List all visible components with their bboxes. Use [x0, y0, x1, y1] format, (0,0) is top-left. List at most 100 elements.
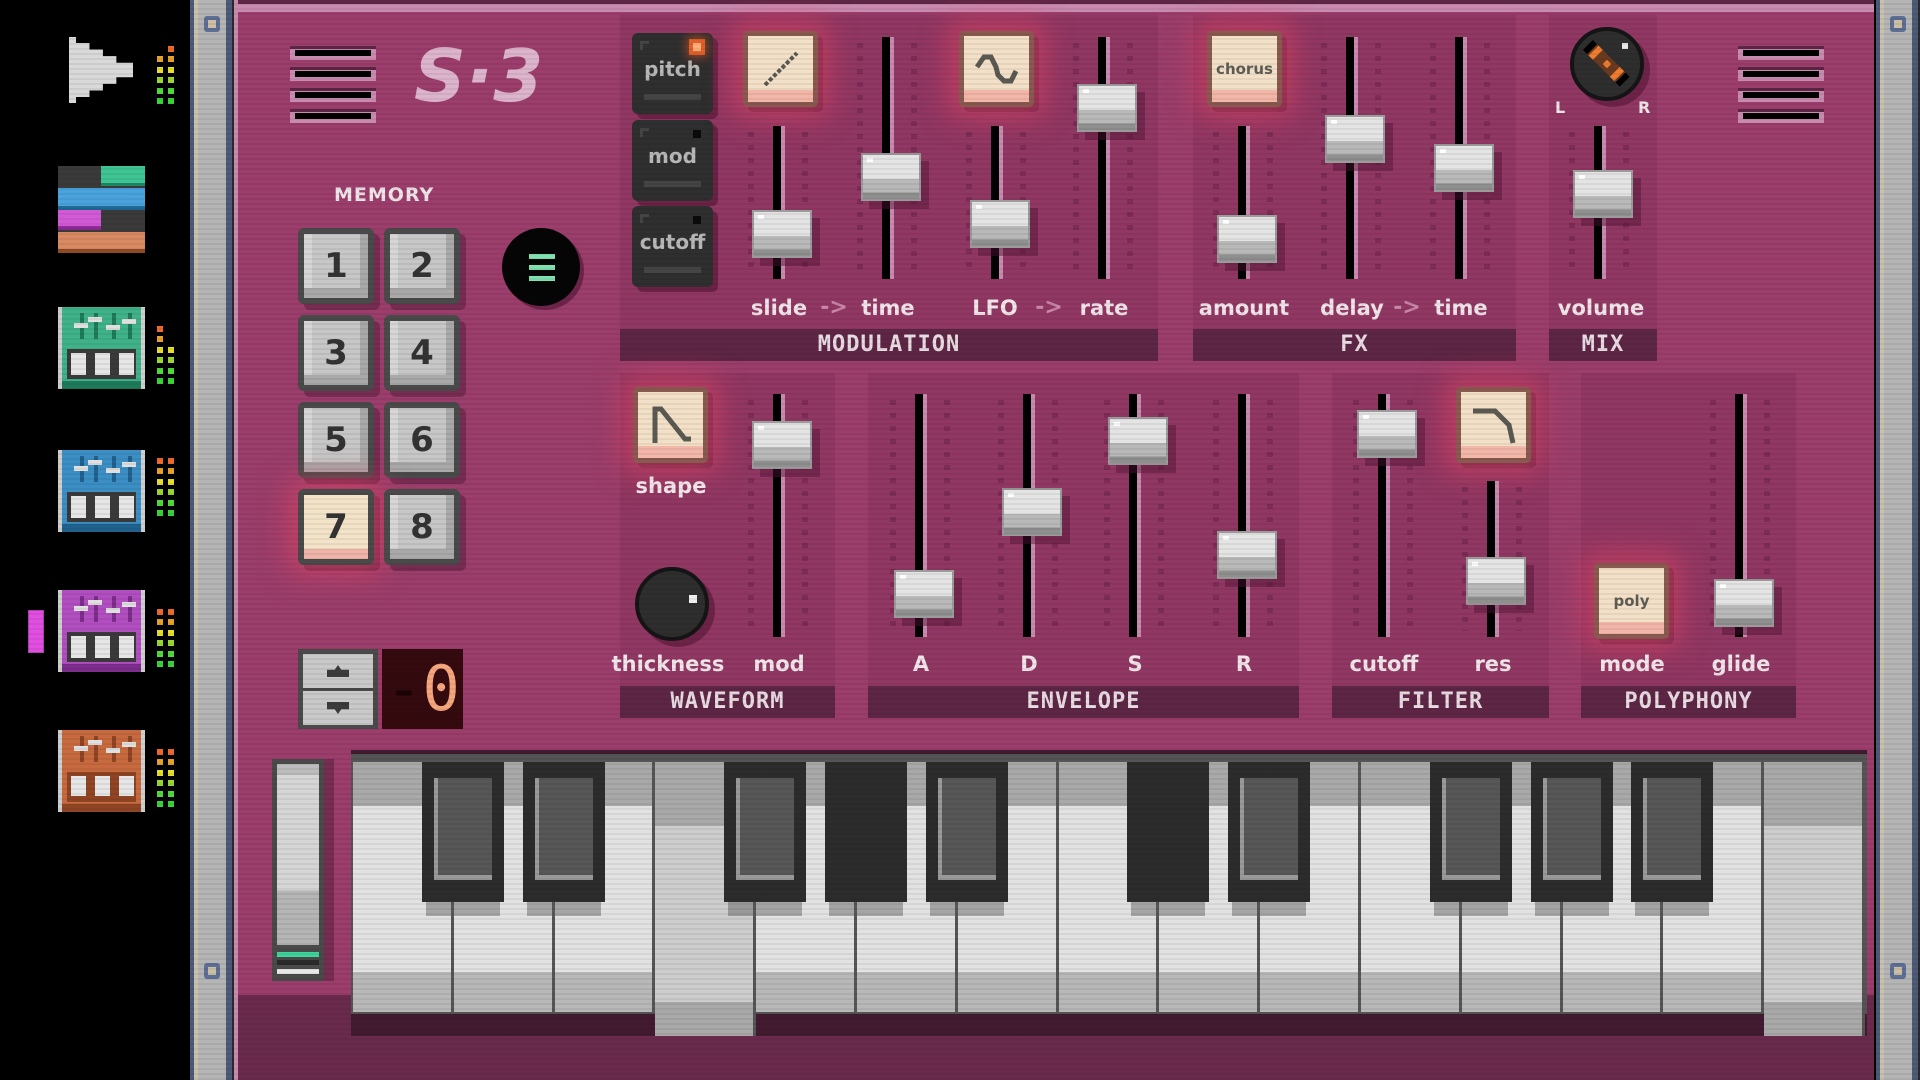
black-key[interactable]	[1228, 762, 1311, 902]
slide-slider[interactable]	[738, 126, 818, 279]
env-s-slider[interactable]	[1094, 394, 1174, 637]
synth-logo: S·3	[414, 34, 544, 118]
slide-time-label: time	[861, 296, 915, 320]
memory-slot-8-button[interactable]: 8	[384, 489, 460, 565]
slider-handle[interactable]	[1217, 215, 1277, 263]
black-key[interactable]	[1631, 762, 1714, 902]
envelope-header: ENVELOPE	[868, 686, 1299, 718]
octave-display: -0	[382, 649, 463, 729]
hamburger-menu-icon	[529, 254, 555, 259]
slider-handle[interactable]	[752, 210, 812, 258]
filter-cutoff-slider[interactable]	[1343, 394, 1423, 637]
slider-handle[interactable]	[1002, 488, 1062, 536]
filter-header: FILTER	[1332, 686, 1549, 718]
led-indicator	[693, 130, 701, 138]
sine-wave-icon	[974, 54, 1018, 84]
env-d-slider[interactable]	[988, 394, 1068, 637]
slide-toggle[interactable]	[743, 31, 818, 107]
env-r-slider[interactable]	[1203, 394, 1283, 637]
filter-res-slider[interactable]	[1452, 481, 1532, 637]
mod-target-mod-button[interactable]: mod	[632, 120, 713, 201]
arrow-icon: ->	[1393, 295, 1421, 320]
shape-toggle[interactable]	[633, 387, 708, 463]
black-key[interactable]	[1127, 762, 1210, 902]
glide-label: glide	[1711, 652, 1771, 676]
black-key[interactable]	[522, 762, 605, 902]
polyphony-header: POLYPHONY	[1581, 686, 1796, 718]
slider-handle[interactable]	[1077, 84, 1137, 132]
filter-cutoff-label: cutoff	[1349, 652, 1419, 676]
fx-header: FX	[1193, 329, 1516, 361]
menu-button[interactable]	[502, 228, 580, 306]
knob-indicator-icon	[1582, 39, 1630, 87]
knob-indicator-icon	[689, 595, 697, 603]
fx-time-slider[interactable]	[1420, 37, 1500, 279]
polyphony-mode-button[interactable]: poly	[1594, 563, 1669, 639]
black-key[interactable]	[925, 762, 1008, 902]
mod-target-pitch-button[interactable]: pitch	[632, 33, 713, 114]
volume-slider[interactable]	[1559, 126, 1639, 279]
memory-slot-1-button[interactable]: 1	[298, 228, 374, 304]
lfo-rate-slider[interactable]	[1063, 37, 1143, 279]
lfo-toggle[interactable]	[959, 31, 1034, 107]
black-key[interactable]	[421, 762, 504, 902]
slider-handle[interactable]	[894, 570, 954, 618]
slider-handle[interactable]	[1714, 579, 1774, 627]
fx-delay-slider[interactable]	[1311, 37, 1391, 279]
arrow-up-icon	[327, 665, 349, 677]
slider-handle[interactable]	[1573, 170, 1633, 218]
slider-track	[1238, 394, 1250, 637]
memory-slot-4-button[interactable]: 4	[384, 315, 460, 391]
arrow-icon: ->	[1035, 295, 1063, 320]
fx-time-label: time	[1434, 296, 1488, 320]
slider-handle[interactable]	[861, 153, 921, 201]
filter-type-toggle[interactable]	[1456, 387, 1531, 463]
black-key[interactable]	[825, 762, 907, 902]
black-key[interactable]	[1530, 762, 1613, 902]
speaker-grille-right	[1738, 46, 1824, 123]
glide-slider[interactable]	[1700, 394, 1780, 637]
slider-handle[interactable]	[970, 200, 1030, 248]
led-indicator	[693, 43, 701, 51]
slider-handle[interactable]	[1108, 417, 1168, 465]
slider-handle[interactable]	[1466, 557, 1526, 605]
slider-track	[1098, 37, 1110, 279]
pan-right-label: R	[1638, 98, 1651, 117]
slider-handle[interactable]	[1357, 410, 1417, 458]
octave-down-button[interactable]	[303, 691, 373, 725]
led-indicator	[693, 216, 701, 224]
env-release-label: R	[1235, 652, 1253, 676]
slide-time-slider[interactable]	[847, 37, 927, 279]
pan-knob[interactable]	[1570, 27, 1644, 101]
chorus-toggle[interactable]: chorus	[1207, 31, 1282, 107]
memory-slot-2-button[interactable]: 2	[384, 228, 460, 304]
lfo-label: LFO	[972, 296, 1018, 320]
octave-up-button[interactable]	[303, 654, 373, 688]
memory-slot-6-button[interactable]: 6	[384, 402, 460, 478]
thickness-knob[interactable]	[635, 567, 709, 641]
volume-label: volume	[1557, 296, 1645, 320]
slide-label: slide	[750, 296, 808, 320]
black-key[interactable]	[724, 762, 807, 902]
white-key[interactable]	[1764, 762, 1865, 1036]
arrow-down-icon	[327, 702, 349, 714]
memory-slot-5-button[interactable]: 5	[298, 402, 374, 478]
pan-left-label: L	[1555, 98, 1566, 117]
saw-wave-icon	[652, 406, 691, 443]
wave-mod-slider[interactable]	[738, 394, 818, 637]
mod-target-cutoff-button[interactable]: cutoff	[632, 206, 713, 287]
slider-handle[interactable]	[1434, 144, 1494, 192]
memory-slot-7-button[interactable]: 7	[298, 489, 374, 565]
pitch-bend-wheel[interactable]	[272, 759, 324, 981]
slider-handle[interactable]	[1325, 115, 1385, 163]
lfo-slider[interactable]	[956, 126, 1036, 279]
slider-handle[interactable]	[752, 421, 812, 469]
env-decay-label: D	[1020, 652, 1038, 676]
memory-slot-3-button[interactable]: 3	[298, 315, 374, 391]
slider-handle[interactable]	[1217, 531, 1277, 579]
black-key[interactable]	[1429, 762, 1512, 902]
env-attack-label: A	[912, 652, 930, 676]
env-a-slider[interactable]	[880, 394, 960, 637]
fx-amount-slider[interactable]	[1203, 126, 1283, 279]
piano-keyboard	[351, 750, 1867, 1036]
